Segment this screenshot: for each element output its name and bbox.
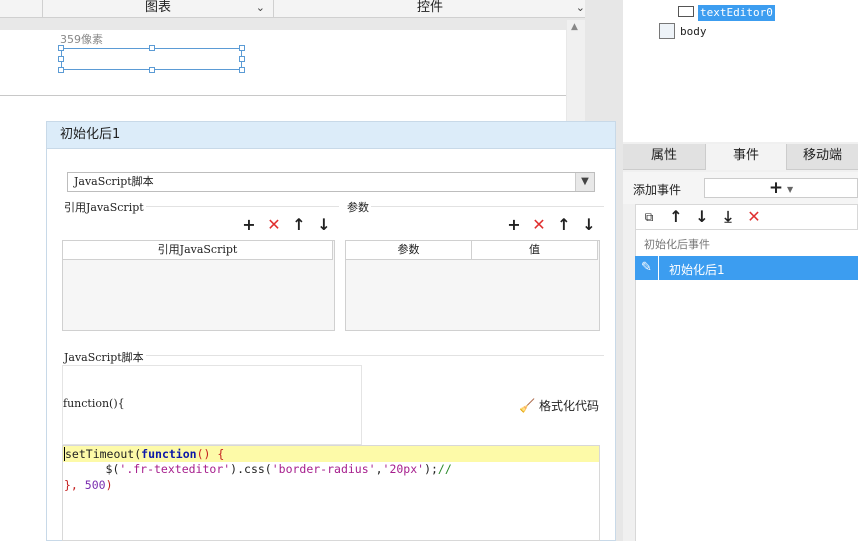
event-item-label: 初始化后1 (669, 263, 725, 277)
resize-handle[interactable] (239, 45, 245, 51)
add-event-row: 添加事件 + ▼ (623, 172, 858, 204)
format-code-label: 格式化代码 (539, 399, 600, 413)
code-token: 'border-radius' (271, 462, 376, 476)
delete-icon[interactable]: ✕ (531, 217, 547, 233)
code-token: }, (64, 478, 85, 492)
move-bottom-icon[interactable]: ⤓ (720, 209, 736, 225)
function-header-area: function(){ (62, 365, 362, 445)
code-line-1: setTimeout(function() { (64, 446, 224, 462)
tab-widget[interactable]: 控件 ⌄ (275, 0, 585, 18)
tab-chart[interactable]: 图表 ⌄ (42, 0, 274, 18)
add-icon: + (768, 178, 784, 198)
resize-handle[interactable] (149, 67, 155, 73)
add-event-dropdown[interactable]: + ▼ (704, 178, 858, 198)
divider (348, 206, 604, 207)
function-header: function(){ (63, 397, 125, 410)
top-tab-strip: 图表 ⌄ 控件 ⌄ (0, 0, 585, 18)
move-up-icon[interactable]: ↑ (668, 209, 684, 225)
widget-tree: textEditor0 body (623, 0, 858, 142)
resize-handle[interactable] (239, 67, 245, 73)
dropdown-arrow-icon: ▼ (786, 185, 794, 194)
add-icon[interactable]: + (241, 217, 257, 233)
selected-texteditor-widget[interactable] (58, 45, 245, 73)
resize-handle[interactable] (149, 45, 155, 51)
delete-icon[interactable]: ✕ (266, 217, 282, 233)
code-token: () { (196, 447, 225, 461)
code-editor[interactable]: setTimeout(function() { $('.fr-textedito… (62, 445, 600, 541)
code-token: '20px' (382, 462, 425, 476)
chevron-down-icon[interactable]: ▼ (575, 173, 594, 191)
move-down-icon[interactable]: ↓ (581, 217, 597, 233)
code-token: '.fr-texteditor' (119, 462, 231, 476)
tree-item-body[interactable]: body (680, 24, 707, 40)
copy-icon[interactable]: ⧉ (641, 209, 657, 225)
code-token: // (437, 462, 452, 476)
add-event-label: 添加事件 (633, 183, 682, 197)
tab-mobile[interactable]: 移动端 (787, 144, 858, 170)
code-token: ).css( (230, 462, 272, 476)
tab-chart-label: 图表 (144, 0, 171, 15)
code-token: function (141, 447, 197, 461)
resize-handle[interactable] (58, 45, 64, 51)
event-toolbar: ⧉ ↑ ↓ ⤓ ✕ (635, 204, 858, 230)
ref-js-section-label: 引用JavaScript (64, 199, 146, 215)
tree-item-texteditor[interactable]: textEditor0 (698, 5, 775, 21)
code-token: setTimeout( (64, 447, 142, 461)
move-up-icon[interactable]: ↑ (291, 217, 307, 233)
widget-size-label: 359像素 (60, 33, 103, 46)
tab-properties[interactable]: 属性 (623, 144, 705, 170)
resize-handle[interactable] (58, 56, 64, 62)
value-column-header[interactable]: 值 (471, 240, 598, 260)
code-token: $( (64, 462, 120, 476)
code-line-3: }, 500) (64, 477, 113, 493)
move-down-icon[interactable]: ↓ (316, 217, 332, 233)
code-line-2: $('.fr-texteditor').css('border-radius',… (64, 461, 452, 477)
move-down-icon[interactable]: ↓ (694, 209, 710, 225)
chevron-down-icon[interactable]: ⌄ (256, 0, 265, 15)
dialog-title: 初始化后1 (47, 122, 615, 149)
ref-js-column-header[interactable]: 引用JavaScript (62, 240, 333, 260)
resize-handle[interactable] (239, 56, 245, 62)
texteditor-icon (678, 6, 694, 17)
code-token: , (375, 462, 383, 476)
format-code-button[interactable]: 🧹 格式化代码 (519, 397, 599, 414)
add-icon[interactable]: + (506, 217, 522, 233)
event-item-selected[interactable]: ✎ 初始化后1 (635, 256, 858, 280)
broom-icon: 🧹 (519, 399, 536, 414)
scroll-up-icon[interactable]: ▲ (571, 22, 578, 32)
tab-events[interactable]: 事件 (705, 144, 787, 170)
delete-icon[interactable]: ✕ (746, 209, 762, 225)
code-token: ) (105, 478, 113, 492)
js-script-section-label: JavaScript脚本 (64, 349, 146, 365)
code-token: ); (424, 462, 438, 476)
body-icon (659, 23, 675, 39)
panel-tab-bar: 属性 事件 移动端 (623, 144, 858, 170)
tab-widget-label: 控件 (416, 0, 443, 15)
edit-icon[interactable]: ✎ (635, 256, 659, 280)
script-type-select[interactable]: JavaScript脚本 (67, 172, 595, 192)
param-section-label: 参数 (347, 199, 371, 215)
code-token: 500 (84, 478, 106, 492)
param-column-header[interactable]: 参数 (345, 240, 472, 260)
resize-handle[interactable] (58, 67, 64, 73)
chevron-down-icon[interactable]: ⌄ (576, 0, 585, 15)
move-up-icon[interactable]: ↑ (556, 217, 572, 233)
event-group-label: 初始化后事件 (644, 238, 710, 251)
